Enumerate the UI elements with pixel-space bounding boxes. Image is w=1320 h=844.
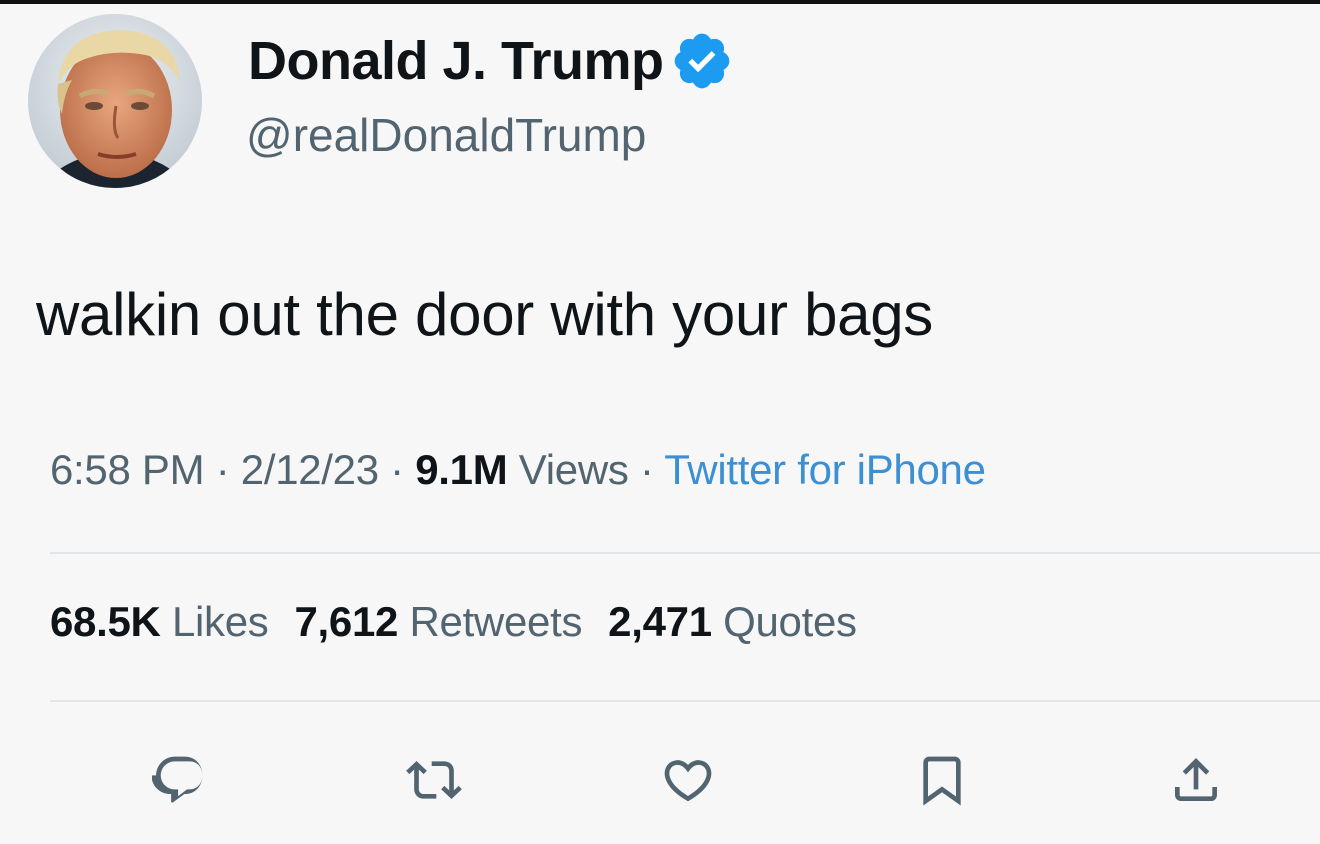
user-handle[interactable]: @realDonaldTrump (246, 108, 646, 162)
display-name[interactable]: Donald J. Trump (248, 26, 734, 96)
verified-badge-icon (674, 33, 729, 89)
engagement-stats: 68.5K Likes 7,612 Retweets 2,471 Quotes (50, 598, 857, 646)
like-button[interactable] (658, 750, 718, 810)
share-icon (1175, 758, 1217, 801)
views-label: Views (507, 446, 629, 493)
meta-separator: · (204, 446, 241, 493)
display-name-text: Donald J. Trump (248, 31, 664, 91)
tweet-meta: 6:58 PM · 2/12/23 · 9.1M Views · Twitter… (50, 446, 986, 494)
quotes-label: Quotes (711, 598, 857, 645)
views-count: 9.1M (415, 446, 508, 493)
bookmark-button[interactable] (912, 750, 972, 810)
quotes-stat[interactable]: 2,471 Quotes (608, 598, 857, 645)
divider (50, 552, 1320, 554)
likes-label: Likes (160, 598, 269, 645)
profile-photo (28, 14, 202, 188)
retweets-stat[interactable]: 7,612 Retweets (295, 598, 583, 645)
tweet-date[interactable]: 2/12/23 (241, 446, 379, 493)
meta-separator: · (628, 446, 665, 493)
like-icon (664, 760, 712, 802)
share-button[interactable] (1166, 750, 1226, 810)
retweets-label: Retweets (398, 598, 583, 645)
retweet-button[interactable] (404, 750, 464, 810)
tweet-time[interactable]: 6:58 PM (50, 446, 205, 493)
bookmark-icon (923, 756, 961, 806)
tweet-source-link[interactable]: Twitter for iPhone (664, 446, 986, 493)
avatar[interactable] (28, 14, 202, 188)
reply-icon (152, 756, 203, 803)
top-edge-bar (0, 0, 1320, 4)
divider (50, 700, 1320, 702)
tweet-text: walkin out the door with your bags (36, 281, 933, 348)
quotes-count: 2,471 (608, 598, 712, 645)
meta-separator: · (378, 446, 416, 493)
reply-button[interactable] (150, 750, 210, 810)
retweet-icon (406, 761, 462, 799)
likes-count: 68.5K (50, 598, 161, 645)
likes-stat[interactable]: 68.5K Likes (50, 598, 269, 645)
retweets-count: 7,612 (294, 598, 399, 645)
